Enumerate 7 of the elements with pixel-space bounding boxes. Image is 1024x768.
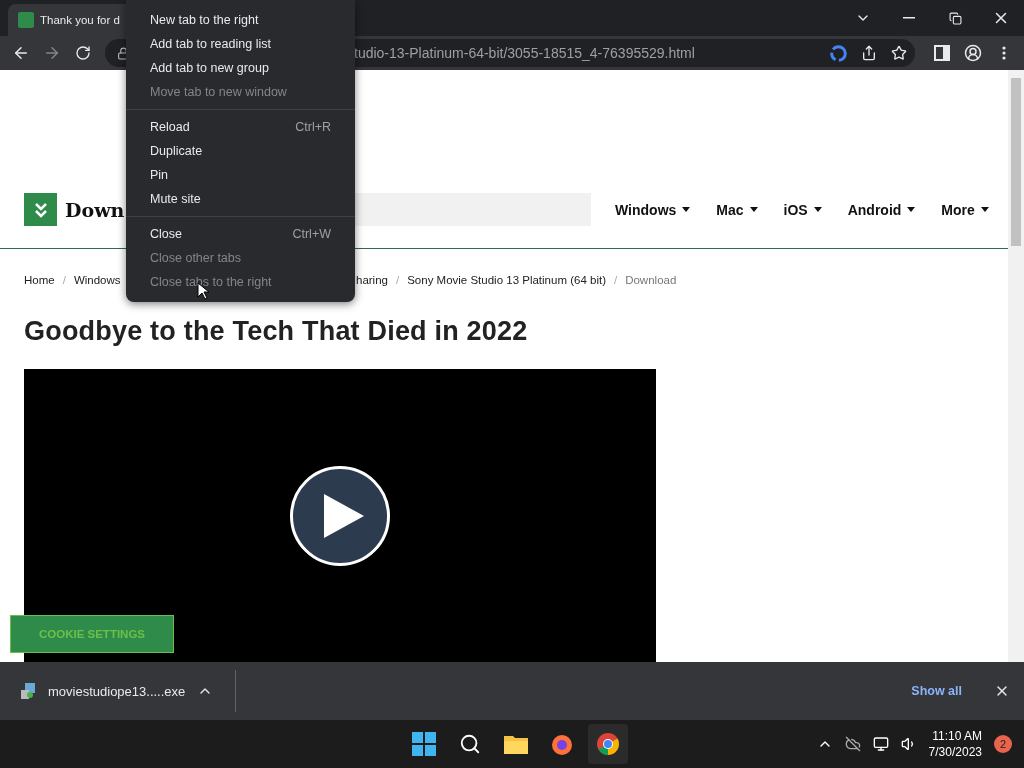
headline: Goodbye to the Tech That Died in 2022 [24,315,529,347]
logo-text: Down [65,198,125,221]
breadcrumb-separator: / [613,274,618,286]
breadcrumb-separator: / [62,274,66,286]
tab-title: Thank you for d [40,14,120,26]
url-text: tudio-13-Platinum-64-bit/3055-18515_4-76395529.html [354,45,695,61]
breadcrumb-separator: / [395,274,400,286]
